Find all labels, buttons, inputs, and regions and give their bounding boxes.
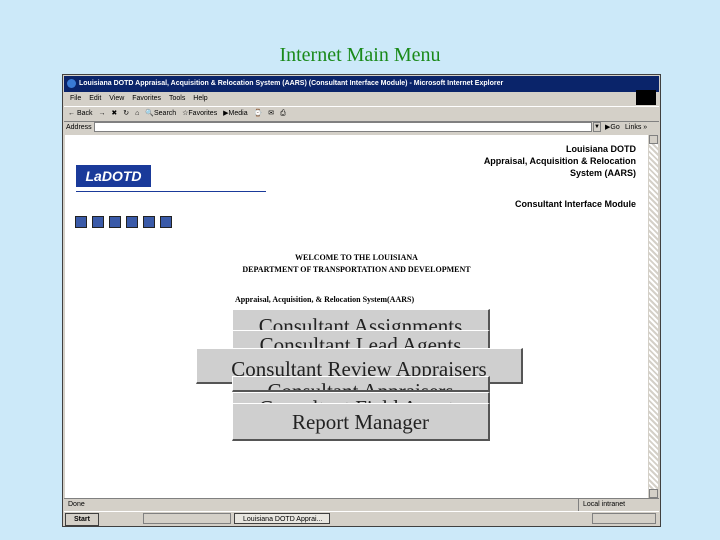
address-dropdown-icon[interactable]: ▼	[593, 122, 601, 132]
home-icon[interactable]: ⌂	[135, 107, 139, 121]
print-icon[interactable]: ⎙	[280, 107, 286, 121]
org-name: Louisiana DOTD	[565, 144, 636, 154]
consultant-appraisers-button[interactable]: Consultant Appraisers	[232, 376, 490, 392]
vertical-scrollbar[interactable]	[649, 135, 658, 498]
browser-window: Louisiana DOTD Appraisal, Acquisition & …	[62, 74, 661, 527]
org-line3: System (AARS)	[569, 168, 636, 178]
scroll-up-icon[interactable]	[649, 135, 658, 144]
page-icon-row	[75, 215, 177, 233]
org-header: Louisiana DOTD Appraisal, Acquisition & …	[484, 143, 636, 179]
module-label: Consultant Interface Module	[514, 199, 636, 209]
windows-logo-icon	[636, 90, 656, 105]
status-text: Done	[68, 501, 85, 508]
media-button[interactable]: ▶Media	[223, 107, 247, 121]
favorites-button[interactable]: ☆Favorites	[182, 107, 217, 121]
nav-icon-3[interactable]	[109, 216, 121, 228]
taskbar: Start Louisiana DOTD Apprai...	[64, 511, 659, 526]
mail-icon[interactable]: ✉	[268, 107, 274, 121]
start-button[interactable]: Start	[65, 513, 99, 526]
nav-icon-6[interactable]	[160, 216, 172, 228]
window-titlebar[interactable]: Louisiana DOTD Appraisal, Acquisition & …	[64, 76, 659, 92]
window-title: Louisiana DOTD Appraisal, Acquisition & …	[79, 80, 504, 87]
org-line2: Appraisal, Acquisition & Relocation	[483, 156, 636, 166]
ie-icon	[67, 78, 76, 88]
welcome-line1: WELCOME TO THE LOUISIANA	[295, 253, 418, 262]
menu-file[interactable]: File	[70, 95, 81, 102]
menu-edit[interactable]: Edit	[89, 95, 101, 102]
forward-button[interactable]: →	[98, 107, 105, 121]
report-manager-button[interactable]: Report Manager	[232, 403, 490, 441]
address-bar: Address ▼ ▶Go Links »	[64, 121, 659, 134]
back-button[interactable]: ← Back	[68, 107, 93, 121]
menu-favorites[interactable]: Favorites	[132, 95, 161, 102]
zone-text: Local intranet	[578, 499, 625, 511]
logo-divider	[76, 191, 266, 192]
links-button[interactable]: Links »	[625, 121, 647, 134]
menu-help[interactable]: Help	[193, 95, 207, 102]
nav-icon-5[interactable]	[143, 216, 155, 228]
history-icon[interactable]: ⌚	[254, 107, 263, 121]
taskbar-item[interactable]	[143, 513, 231, 524]
menu-view[interactable]: View	[109, 95, 124, 102]
ladotd-logo: LaDOTD	[76, 165, 151, 187]
address-label: Address	[66, 124, 92, 131]
nav-icon-1[interactable]	[75, 216, 87, 228]
scroll-down-icon[interactable]	[649, 489, 658, 498]
system-name: Appraisal, Acquisition, & Relocation Sys…	[235, 295, 415, 304]
stop-icon[interactable]: ✖	[111, 107, 117, 121]
toolbar: ← Back → ✖ ↻ ⌂ 🔍Search ☆Favorites ▶Media…	[64, 106, 659, 122]
status-bar: Done Local intranet	[64, 498, 659, 511]
taskbar-item-active[interactable]: Louisiana DOTD Apprai...	[234, 513, 330, 524]
system-tray	[592, 513, 656, 524]
go-button[interactable]: ▶Go	[605, 121, 620, 134]
address-input[interactable]	[94, 122, 592, 132]
slide-title: Internet Main Menu	[279, 44, 441, 66]
welcome-heading: WELCOME TO THE LOUISIANA DEPARTMENT OF T…	[65, 252, 648, 276]
welcome-line2: DEPARTMENT OF TRANSPORTATION AND DEVELOP…	[242, 265, 471, 274]
search-button[interactable]: 🔍Search	[145, 107, 176, 121]
refresh-icon[interactable]: ↻	[123, 107, 129, 121]
nav-icon-2[interactable]	[92, 216, 104, 228]
menu-tools[interactable]: Tools	[169, 95, 185, 102]
menu-bar: File Edit View Favorites Tools Help	[64, 93, 659, 105]
nav-icon-4[interactable]	[126, 216, 138, 228]
